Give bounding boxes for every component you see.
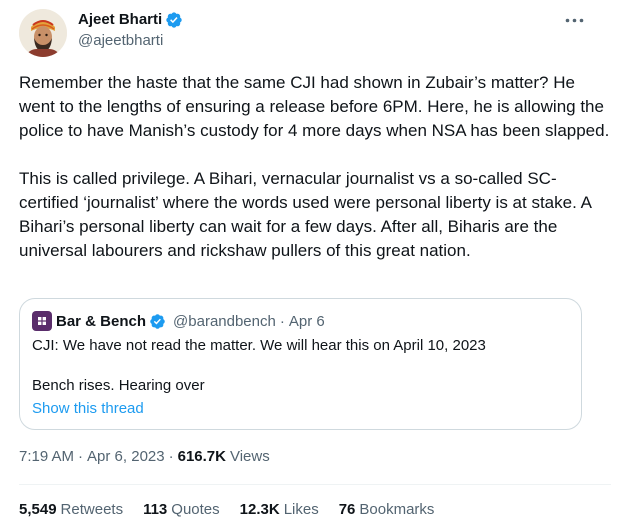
tweet-paragraph-2: This is called privilege. A Bihari, vern… xyxy=(19,169,591,260)
quoted-tweet-text: CJI: We have not read the matter. We wil… xyxy=(32,336,567,396)
bar-and-bench-logo[interactable] xyxy=(32,311,52,331)
verified-badge-icon xyxy=(166,12,182,28)
show-thread-link[interactable]: Show this thread xyxy=(32,399,144,419)
likes-count: 12.3K xyxy=(239,501,280,518)
retweets-stat[interactable]: 5,549 Retweets xyxy=(19,500,123,520)
retweets-label: Retweets xyxy=(60,501,124,518)
tweet-metadata: 7:19 AM · Apr 6, 2023 · 616.7K Views xyxy=(19,447,270,467)
quoted-meta-separator: · xyxy=(279,312,285,330)
quoted-tweet-header: Bar & Bench @barandbench · Apr 6 xyxy=(32,311,325,331)
retweets-count: 5,549 xyxy=(19,501,57,518)
meta-separator: · xyxy=(78,448,84,465)
bookmarks-label: Bookmarks xyxy=(359,501,435,518)
bookmarks-count: 76 xyxy=(338,501,356,518)
quotes-count: 113 xyxy=(143,501,168,518)
more-options-button[interactable] xyxy=(562,10,586,30)
quotes-stat[interactable]: 113 Quotes xyxy=(143,500,220,520)
bookmarks-stat[interactable]: 76 Bookmarks xyxy=(339,500,435,520)
tweet-date[interactable]: Apr 6, 2023 xyxy=(87,447,165,467)
quoted-line-1: CJI: We have not read the matter. We wil… xyxy=(32,337,486,354)
quoted-line-2: Bench rises. Hearing over xyxy=(32,377,205,394)
views-label: Views xyxy=(229,448,270,465)
tweet-paragraph-1: Remember the haste that the same CJI had… xyxy=(19,73,610,140)
more-horizontal-icon xyxy=(565,18,583,22)
quoted-author-name[interactable]: Bar & Bench xyxy=(56,313,146,330)
bar-and-bench-logo-mark xyxy=(38,317,46,325)
author-avatar[interactable] xyxy=(19,9,67,57)
tweet-time[interactable]: 7:19 AM xyxy=(19,447,74,467)
meta-separator-2: · xyxy=(168,448,174,465)
author-name-row[interactable]: Ajeet Bharti xyxy=(78,10,183,30)
author-handle[interactable]: @ajeetbharti xyxy=(78,31,163,51)
quoted-date[interactable]: Apr 6 xyxy=(289,313,325,330)
quoted-author-handle[interactable]: @barandbench xyxy=(173,313,276,330)
avatar-image xyxy=(19,9,67,57)
engagement-stats: 5,549 Retweets 113 Quotes 12.3K Likes 76 Boo… xyxy=(19,500,454,520)
likes-stat[interactable]: 12.3K Likes xyxy=(240,500,319,520)
views-count: 616.7K xyxy=(177,448,226,465)
author-name[interactable]: Ajeet Bharti xyxy=(78,10,162,30)
verified-badge-icon xyxy=(150,313,165,329)
quoted-tweet[interactable]: Bar & Bench @barandbench · Apr 6 CJI: We… xyxy=(19,298,582,430)
likes-label: Likes xyxy=(283,501,319,518)
divider xyxy=(19,484,611,485)
quotes-label: Quotes xyxy=(171,501,220,518)
tweet: Ajeet Bharti @ajeetbharti Remember the h… xyxy=(0,0,627,529)
tweet-text: Remember the haste that the same CJI had… xyxy=(19,71,611,263)
